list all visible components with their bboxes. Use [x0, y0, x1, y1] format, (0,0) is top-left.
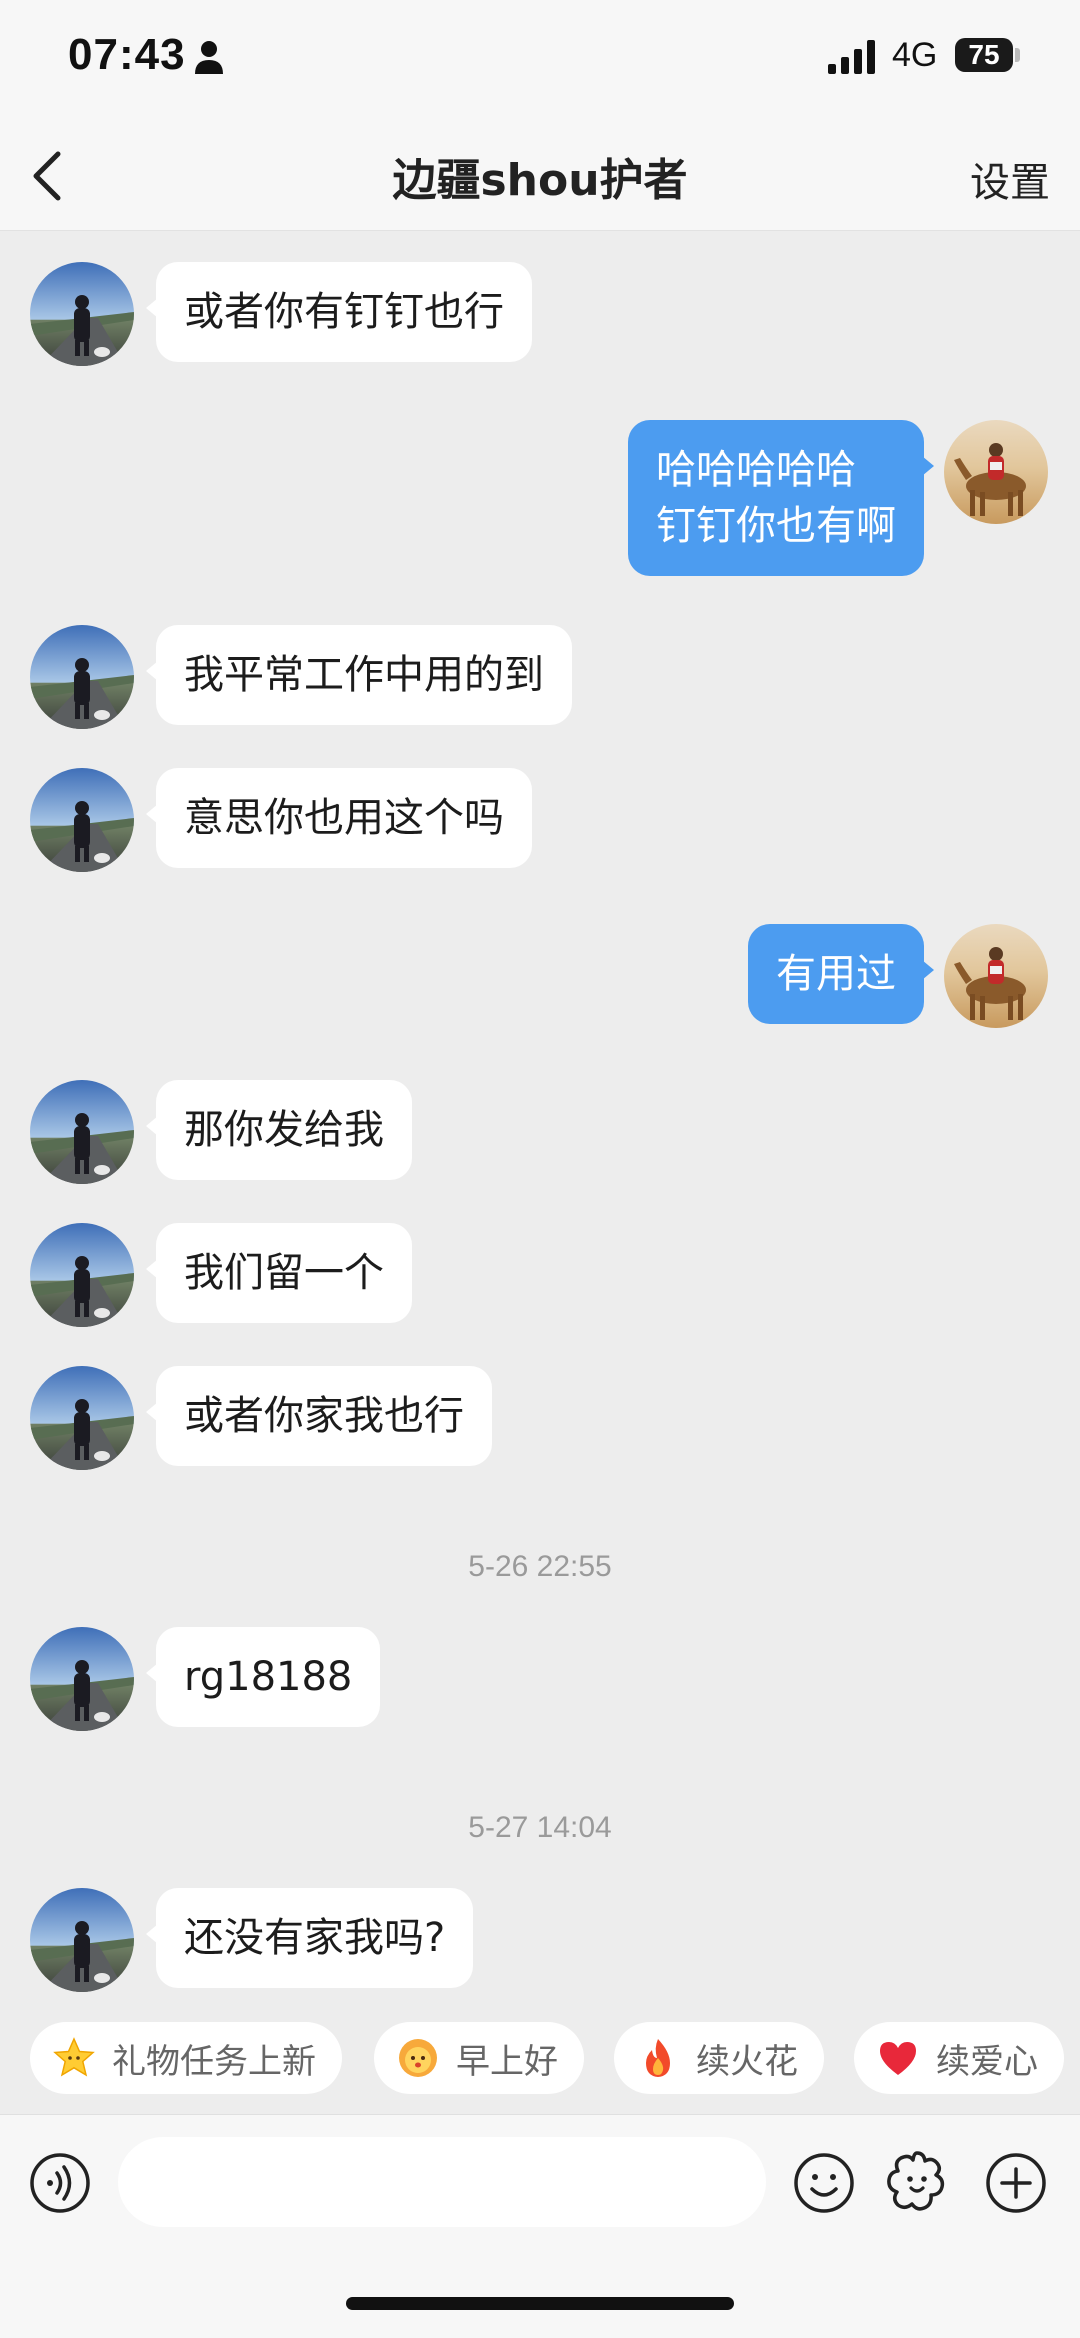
message-line: 钉钉你也有啊 [656, 503, 896, 549]
contact-avatar[interactable] [30, 1223, 134, 1327]
incoming-message[interactable]: 或者你家我也行 [146, 1366, 492, 1466]
fire-icon [636, 2036, 680, 2080]
outgoing-message[interactable]: 有用过 [748, 924, 934, 1024]
contact-avatar[interactable] [30, 768, 134, 872]
status-bar: 07:43 4G 75 [0, 0, 1080, 120]
plus-icon[interactable] [984, 2151, 1048, 2215]
settings-button[interactable]: 设置 [970, 150, 1050, 208]
star-face-icon [52, 2036, 96, 2080]
message-line: 哈哈哈哈哈 [656, 447, 856, 493]
network-type: 4G [892, 36, 938, 74]
status-time: 07:43 [68, 30, 186, 79]
message-input[interactable] [118, 2137, 766, 2227]
sun-face-icon [396, 2036, 440, 2080]
quick-reply-heart[interactable]: 续爱心 [854, 2022, 1064, 2094]
chat-title: 边疆shou护者 [392, 155, 688, 206]
emoji-icon[interactable] [792, 2151, 856, 2215]
message-timestamp: 5-26 22:55 [468, 1550, 612, 1583]
battery-level: 75 [968, 39, 1000, 70]
battery-icon: 75 [955, 38, 1013, 72]
signal-icon [828, 40, 875, 74]
incoming-message[interactable]: rg18188 [145, 1627, 381, 1727]
my-avatar[interactable] [944, 420, 1048, 524]
incoming-message[interactable]: 意思你也用这个吗 [146, 768, 532, 868]
incoming-message[interactable]: 那你发给我 [146, 1080, 412, 1180]
nav-bar: 边疆shou护者 设置 [0, 120, 1080, 231]
voice-icon[interactable] [28, 2151, 92, 2215]
quick-reply-label: 礼物任务上新 [112, 2041, 316, 2082]
quick-reply-spark[interactable]: 续火花 [614, 2022, 824, 2094]
contact-avatar[interactable] [30, 1888, 134, 1992]
heart-icon [876, 2036, 920, 2080]
incoming-message[interactable]: 我们留一个 [146, 1223, 412, 1323]
my-avatar[interactable] [944, 924, 1048, 1028]
quick-reply-good-morning[interactable]: 早上好 [374, 2022, 584, 2094]
contact-avatar[interactable] [30, 1627, 134, 1731]
person-icon [195, 41, 223, 74]
message-timestamp: 5-27 14:04 [468, 1811, 612, 1844]
quick-reply-gift-task[interactable]: 礼物任务上新 [30, 2022, 342, 2094]
quick-reply-label: 续火花 [696, 2041, 798, 2082]
outgoing-message[interactable]: 哈哈哈哈哈 钉钉你也有啊 [628, 420, 934, 576]
contact-avatar[interactable] [30, 262, 134, 366]
incoming-message[interactable]: 还没有家我吗? [145, 1888, 474, 1988]
battery-tip [1015, 48, 1020, 62]
home-indicator[interactable] [346, 2297, 734, 2310]
sticker-icon[interactable] [884, 2149, 950, 2215]
contact-avatar[interactable] [30, 1366, 134, 1470]
incoming-message[interactable]: 或者你有钉钉也行 [146, 262, 532, 362]
quick-reply-label: 续爱心 [936, 2041, 1038, 2082]
contact-avatar[interactable] [30, 1080, 134, 1184]
contact-avatar[interactable] [30, 625, 134, 729]
incoming-message[interactable]: 我平常工作中用的到 [146, 625, 572, 725]
quick-reply-label: 早上好 [456, 2041, 558, 2082]
